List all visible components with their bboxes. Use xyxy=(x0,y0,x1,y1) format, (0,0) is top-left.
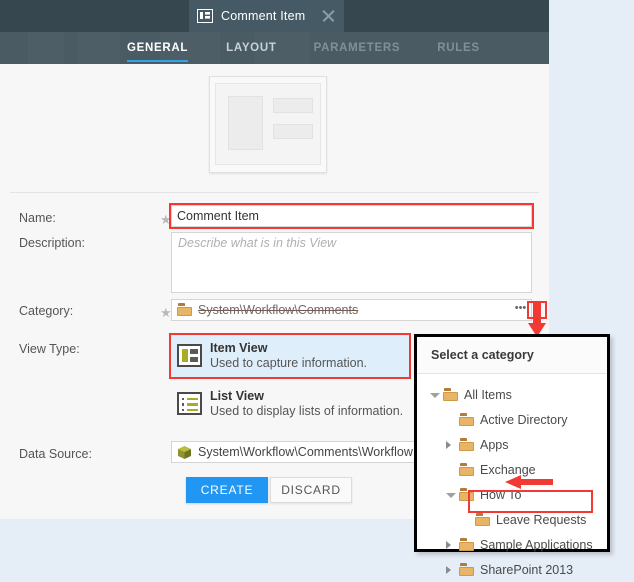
name-label: Name: xyxy=(19,211,56,225)
chevron-down-icon[interactable] xyxy=(430,393,440,398)
folder-icon xyxy=(459,563,474,576)
folder-icon xyxy=(459,488,474,501)
category-required-marker: ★ xyxy=(160,305,172,320)
folder-icon xyxy=(475,513,490,526)
name-input[interactable]: Comment Item xyxy=(171,205,532,227)
list-view-description: Used to display lists of information. xyxy=(210,404,404,418)
tab-parameters-label: PARAMETERS xyxy=(313,42,401,54)
data-source-value: System\Workflow\Comments\Workflow Co xyxy=(198,445,433,459)
tree-item-label: SharePoint 2013 xyxy=(480,562,574,577)
chevron-down-icon[interactable] xyxy=(446,493,456,498)
document-tab-comment-item[interactable]: Comment Item xyxy=(189,0,344,32)
category-picker-popup: Select a category All Items Active Direc… xyxy=(414,334,610,577)
thumbnail-block-right-1 xyxy=(273,98,313,113)
description-placeholder: Describe what is in this View xyxy=(178,236,337,250)
tree-item-sample-applications[interactable]: Sample Applications xyxy=(417,532,607,557)
view-type-option-list-view[interactable]: List View Used to display lists of infor… xyxy=(171,383,409,425)
item-view-description: Used to capture information. xyxy=(210,356,368,370)
view-preview-area xyxy=(0,64,549,193)
tree-item-how-to[interactable]: How To xyxy=(417,482,607,507)
category-browse-button[interactable]: ••• xyxy=(513,303,528,318)
tree-item-label: Exchange xyxy=(480,462,536,477)
tree-item-leave-requests[interactable]: Leave Requests xyxy=(417,507,607,532)
category-input[interactable]: System\Workflow\Comments ••• xyxy=(171,299,532,321)
view-type-option-item-view[interactable]: Item View Used to capture information. xyxy=(171,335,409,377)
tab-rules[interactable]: RULES xyxy=(437,32,479,64)
close-icon[interactable] xyxy=(322,9,335,22)
thumbnail-block-left xyxy=(228,96,263,150)
folder-icon xyxy=(459,413,474,426)
category-picker-header: Select a category xyxy=(417,337,607,374)
name-input-value: Comment Item xyxy=(177,209,259,223)
document-tab-label: Comment Item xyxy=(221,9,306,23)
description-textarea[interactable]: Describe what is in this View xyxy=(171,232,532,293)
tree-item-label: Active Directory xyxy=(480,412,568,427)
name-required-marker: ★ xyxy=(160,212,172,227)
folder-icon xyxy=(459,538,474,551)
tree-item-exchange[interactable]: Exchange xyxy=(417,457,607,482)
chevron-right-icon[interactable] xyxy=(446,441,451,449)
tree-item-active-directory[interactable]: Active Directory xyxy=(417,407,607,432)
view-type-label: View Type: xyxy=(19,342,80,356)
description-label: Description: xyxy=(19,236,85,250)
tab-active-underline xyxy=(127,59,189,62)
item-view-icon xyxy=(197,9,213,23)
category-input-value: System\Workflow\Comments xyxy=(198,303,359,317)
smartobject-icon xyxy=(177,445,192,460)
discard-button[interactable]: DISCARD xyxy=(270,477,352,503)
folder-icon xyxy=(459,463,474,476)
folder-icon xyxy=(459,438,474,451)
list-view-title: List View xyxy=(210,389,264,403)
tree-item-all-items[interactable]: All Items xyxy=(417,382,607,407)
tab-strip: Comment Item xyxy=(0,0,549,32)
category-tree: All Items Active Directory Apps Exchange… xyxy=(417,382,607,577)
create-button[interactable]: CREATE xyxy=(186,477,268,503)
tab-parameters[interactable]: PARAMETERS xyxy=(314,32,401,64)
tab-layout[interactable]: LAYOUT xyxy=(226,32,276,64)
category-label: Category: xyxy=(19,304,74,318)
item-view-title: Item View xyxy=(210,341,268,355)
tree-item-label: Sample Applications xyxy=(480,537,593,552)
tree-item-label: How To xyxy=(480,487,522,502)
tab-layout-label: LAYOUT xyxy=(226,42,277,54)
tree-item-apps[interactable]: Apps xyxy=(417,432,607,457)
chevron-right-icon[interactable] xyxy=(446,566,451,574)
list-view-icon xyxy=(177,392,202,415)
view-thumbnail-inner xyxy=(215,83,321,165)
data-source-label: Data Source: xyxy=(19,447,92,461)
folder-icon xyxy=(177,303,192,319)
tab-general-label: GENERAL xyxy=(127,42,189,54)
item-view-icon xyxy=(177,344,202,367)
tree-item-label: Leave Requests xyxy=(496,512,587,527)
category-picker-title: Select a category xyxy=(431,348,534,362)
tree-item-label: All Items xyxy=(464,387,512,402)
chevron-right-icon[interactable] xyxy=(446,541,451,549)
nav-bar: GENERAL LAYOUT PARAMETERS RULES xyxy=(0,32,549,64)
view-thumbnail xyxy=(209,76,327,173)
thumbnail-block-right-2 xyxy=(273,124,313,139)
tree-item-label: Apps xyxy=(480,437,509,452)
tree-item-sharepoint-2013[interactable]: SharePoint 2013 xyxy=(417,557,607,582)
section-divider xyxy=(10,192,539,193)
folder-icon xyxy=(443,388,458,401)
tab-general[interactable]: GENERAL xyxy=(127,32,189,64)
tab-rules-label: RULES xyxy=(437,42,480,54)
